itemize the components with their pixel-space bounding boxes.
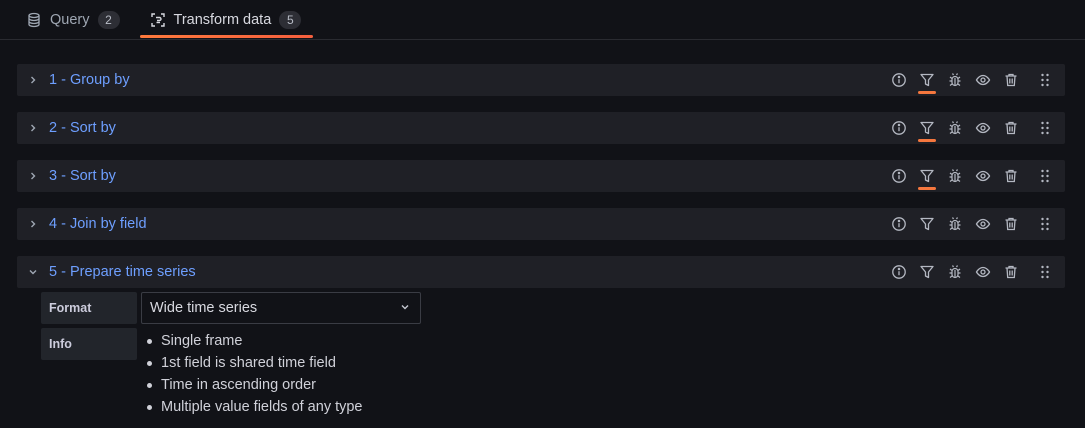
transformation-title[interactable]: 5 - Prepare time series bbox=[49, 264, 885, 280]
info-icon[interactable] bbox=[885, 160, 913, 192]
eye-icon[interactable] bbox=[969, 256, 997, 288]
editor-tabs: Query 2 Transform data 5 bbox=[0, 0, 1085, 40]
filter-icon[interactable] bbox=[913, 256, 941, 288]
eye-icon[interactable] bbox=[969, 208, 997, 240]
debug-icon[interactable] bbox=[941, 160, 969, 192]
transform-icon bbox=[150, 12, 166, 28]
eye-icon[interactable] bbox=[969, 112, 997, 144]
database-icon bbox=[26, 12, 42, 28]
info-label: Info bbox=[41, 328, 137, 360]
trash-icon[interactable] bbox=[997, 160, 1025, 192]
drag-handle-icon[interactable] bbox=[1031, 208, 1059, 240]
info-item: Single frame bbox=[144, 330, 363, 352]
tab-transform-label: Transform data bbox=[173, 11, 272, 28]
info-item: 1st field is shared time field bbox=[144, 352, 363, 374]
chevron-down-icon bbox=[400, 300, 410, 316]
chevron-right-icon[interactable] bbox=[17, 219, 49, 229]
format-select[interactable]: Wide time series bbox=[141, 292, 421, 324]
chevron-right-icon[interactable] bbox=[17, 75, 49, 85]
drag-handle-icon[interactable] bbox=[1031, 256, 1059, 288]
row-actions bbox=[885, 112, 1065, 144]
transformation-row-4: 4 - Join by field bbox=[17, 208, 1065, 240]
filter-icon[interactable] bbox=[913, 160, 941, 192]
tab-transform-data[interactable]: Transform data 5 bbox=[139, 0, 314, 39]
transformation-title[interactable]: 1 - Group by bbox=[49, 72, 885, 88]
transformations-list: 1 - Group by 2 - Sort by 3 - Sort by 4 -… bbox=[0, 40, 1085, 424]
drag-handle-icon[interactable] bbox=[1031, 160, 1059, 192]
trash-icon[interactable] bbox=[997, 64, 1025, 96]
debug-icon[interactable] bbox=[941, 64, 969, 96]
trash-icon[interactable] bbox=[997, 256, 1025, 288]
transformation-title[interactable]: 3 - Sort by bbox=[49, 168, 885, 184]
info-icon[interactable] bbox=[885, 112, 913, 144]
filter-icon[interactable] bbox=[913, 208, 941, 240]
row-actions bbox=[885, 208, 1065, 240]
transformation-row-5: 5 - Prepare time series bbox=[17, 256, 1065, 288]
info-icon[interactable] bbox=[885, 208, 913, 240]
transformation-row-3: 3 - Sort by bbox=[17, 160, 1065, 192]
debug-icon[interactable] bbox=[941, 256, 969, 288]
row-actions bbox=[885, 256, 1065, 288]
info-item: Multiple value fields of any type bbox=[144, 396, 363, 418]
info-icon[interactable] bbox=[885, 256, 913, 288]
info-list: Single frame 1st field is shared time fie… bbox=[144, 330, 363, 418]
tab-query-count: 2 bbox=[97, 10, 120, 29]
filter-icon[interactable] bbox=[913, 64, 941, 96]
trash-icon[interactable] bbox=[997, 112, 1025, 144]
format-label: Format bbox=[41, 292, 137, 324]
eye-icon[interactable] bbox=[969, 160, 997, 192]
info-icon[interactable] bbox=[885, 64, 913, 96]
trash-icon[interactable] bbox=[997, 208, 1025, 240]
eye-icon[interactable] bbox=[969, 64, 997, 96]
tab-query[interactable]: Query 2 bbox=[16, 0, 132, 39]
row-actions bbox=[885, 160, 1065, 192]
chevron-right-icon[interactable] bbox=[17, 171, 49, 181]
chevron-right-icon[interactable] bbox=[17, 123, 49, 133]
prepare-time-series-editor: Format Wide time series Info Single fram… bbox=[17, 288, 1065, 424]
drag-handle-icon[interactable] bbox=[1031, 112, 1059, 144]
info-item: Time in ascending order bbox=[144, 374, 363, 396]
drag-handle-icon[interactable] bbox=[1031, 64, 1059, 96]
format-select-value: Wide time series bbox=[150, 300, 258, 316]
row-actions bbox=[885, 64, 1065, 96]
transformation-row-2: 2 - Sort by bbox=[17, 112, 1065, 144]
debug-icon[interactable] bbox=[941, 208, 969, 240]
debug-icon[interactable] bbox=[941, 112, 969, 144]
tab-query-label: Query bbox=[50, 11, 90, 28]
transformation-row-1: 1 - Group by bbox=[17, 64, 1065, 96]
chevron-down-icon[interactable] bbox=[17, 267, 49, 277]
filter-icon[interactable] bbox=[913, 112, 941, 144]
transformation-title[interactable]: 4 - Join by field bbox=[49, 216, 885, 232]
transformation-title[interactable]: 2 - Sort by bbox=[49, 120, 885, 136]
tab-transform-count: 5 bbox=[279, 10, 302, 29]
